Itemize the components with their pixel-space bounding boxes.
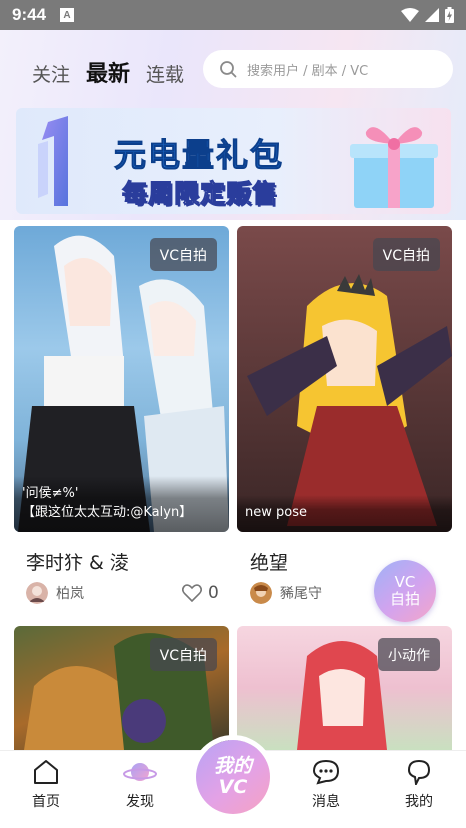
post-author[interactable]: 柏岚 [26, 582, 84, 604]
post-caption: '问侯≠%' 【跟这位太太互动:@Kalyn】 [14, 476, 229, 532]
post-title[interactable]: 李时犿 & 淩 [26, 548, 129, 575]
author-name: 柏岚 [56, 586, 84, 602]
planet-icon [123, 763, 157, 781]
status-time: 9:44 [12, 5, 47, 24]
post-caption: new pose [237, 495, 452, 532]
search-input[interactable]: 搜索用户 / 剧本 / VC [203, 50, 453, 88]
nav-item-home[interactable]: 首页 [11, 759, 81, 811]
gift-box-icon [350, 127, 438, 208]
tab-following[interactable]: 关注 [32, 60, 70, 87]
post-tag: 小动作 [378, 638, 440, 671]
post-artwork [247, 274, 452, 526]
message-icon [312, 759, 340, 785]
float-button-line2: 自拍 [389, 590, 420, 608]
heart-icon [182, 584, 202, 602]
post-author[interactable]: 豨尾守 [250, 582, 322, 604]
banner-subtitle: 每周限定贩售 [121, 179, 279, 209]
post-card-image[interactable]: 小动作 [237, 626, 452, 750]
post-tag: VC自拍 [372, 238, 440, 271]
post-card-image[interactable]: VC自拍 [14, 626, 229, 750]
nav-item-profile[interactable]: 我的 [384, 759, 454, 811]
vc-selfie-float-button[interactable]: VC 自拍 [374, 560, 436, 622]
nav-label: 我的 [405, 794, 433, 810]
battery-icon [445, 7, 454, 23]
float-button-line1: VC [394, 573, 416, 591]
post-caption-line: new pose [245, 505, 307, 520]
tab-latest[interactable]: 最新 [86, 56, 130, 88]
like-count: 0 [208, 583, 219, 603]
post-caption-line: '问侯≠%' [22, 486, 79, 501]
search-placeholder: 搜索用户 / 剧本 / VC [247, 63, 369, 79]
nav-item-discover[interactable]: 发现 [105, 759, 175, 811]
status-bar: 9:44 A [0, 0, 466, 30]
search-icon [220, 61, 237, 78]
post-caption-line: 【跟这位太太互动:@Kalyn】 [22, 505, 193, 520]
nav-label: 发现 [126, 794, 154, 810]
signal-icon [425, 8, 439, 22]
nav-label: 首页 [32, 794, 60, 810]
notification-icon: A [60, 8, 75, 22]
post-title[interactable]: 绝望 [250, 548, 288, 575]
feed-tabs: 关注 最新 连载 [32, 56, 184, 88]
profile-icon [407, 759, 431, 785]
home-icon [34, 760, 58, 784]
avatar [26, 582, 48, 604]
my-vc-line1: 我的 [213, 755, 252, 777]
nav-label: 消息 [312, 794, 340, 810]
post-tag: VC自拍 [149, 238, 217, 271]
like-button[interactable]: 0 [182, 583, 219, 603]
post-tag: VC自拍 [149, 638, 217, 671]
author-name: 豨尾守 [280, 586, 322, 602]
tab-serial[interactable]: 连载 [146, 60, 184, 87]
wifi-icon [401, 8, 419, 22]
nav-item-messages[interactable]: 消息 [291, 759, 361, 811]
my-vc-line2: VC [218, 776, 248, 798]
banner-title: 元电量礼包 [113, 136, 285, 175]
my-vc-button[interactable]: 我的 VC [196, 740, 270, 814]
promo-banner[interactable]: 元电量礼包 每周限定贩售 [16, 108, 451, 214]
banner-number-graphic [38, 116, 68, 206]
post-card-image[interactable]: VC自拍 '问侯≠%' 【跟这位太太互动:@Kalyn】 [14, 226, 229, 532]
avatar [250, 582, 272, 604]
post-card-image[interactable]: VC自拍 new pose [237, 226, 452, 532]
